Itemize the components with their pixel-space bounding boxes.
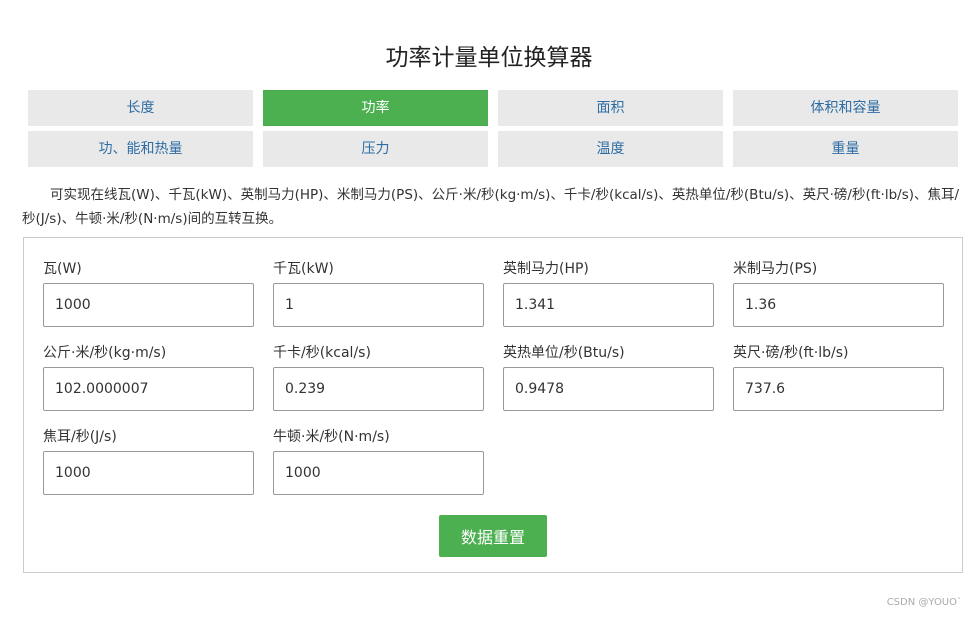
tab-length[interactable]: 长度	[28, 90, 253, 126]
imperial-hp-input[interactable]	[503, 283, 714, 327]
field-label: 千瓦(kW)	[273, 261, 334, 277]
field-watt: 瓦(W)	[43, 258, 254, 342]
ftlb-per-s-input[interactable]	[733, 367, 944, 411]
tab-weight[interactable]: 重量	[733, 131, 958, 167]
field-label: 焦耳/秒(J/s)	[43, 429, 117, 445]
field-kcal-per-s: 千卡/秒(kcal/s)	[273, 342, 484, 426]
description-text: 可实现在线瓦(W)、千瓦(kW)、英制马力(HP)、米制马力(PS)、公斤·米/…	[22, 187, 960, 227]
page-title: 功率计量单位换算器	[385, 45, 593, 71]
field-joule-per-s: 焦耳/秒(J/s)	[43, 426, 254, 510]
watt-input[interactable]	[43, 283, 254, 327]
kgm-per-s-input[interactable]	[43, 367, 254, 411]
reset-button[interactable]: 数据重置	[439, 515, 547, 557]
field-label: 公斤·米/秒(kg·m/s)	[43, 345, 167, 361]
field-imperial-hp: 英制马力(HP)	[503, 258, 714, 342]
field-label: 瓦(W)	[43, 261, 82, 277]
field-nm-per-s: 牛顿·米/秒(N·m/s)	[273, 426, 484, 510]
metric-ps-input[interactable]	[733, 283, 944, 327]
field-label: 英制马力(HP)	[503, 261, 589, 277]
tab-energy[interactable]: 功、能和热量	[28, 131, 253, 167]
field-label: 米制马力(PS)	[733, 261, 818, 277]
kilowatt-input[interactable]	[273, 283, 484, 327]
field-btu-per-s: 英热单位/秒(Btu/s)	[503, 342, 714, 426]
tab-volume[interactable]: 体积和容量	[733, 90, 958, 126]
tab-area[interactable]: 面积	[498, 90, 723, 126]
field-label: 英尺·磅/秒(ft·lb/s)	[733, 345, 849, 361]
field-label: 牛顿·米/秒(N·m/s)	[273, 429, 390, 445]
category-tabs: 长度 功率 面积 体积和容量 功、能和热量 压力 温度 重量	[28, 90, 958, 167]
field-kgm-per-s: 公斤·米/秒(kg·m/s)	[43, 342, 254, 426]
converter-panel: 瓦(W) 千瓦(kW) 英制马力(HP) 米制马力(PS) 公斤·米/秒(kg·…	[23, 237, 963, 573]
field-label: 千卡/秒(kcal/s)	[273, 345, 371, 361]
field-label: 英热单位/秒(Btu/s)	[503, 345, 625, 361]
kcal-per-s-input[interactable]	[273, 367, 484, 411]
tab-pressure[interactable]: 压力	[263, 131, 488, 167]
nm-per-s-input[interactable]	[273, 451, 484, 495]
field-metric-ps: 米制马力(PS)	[733, 258, 944, 342]
tab-temperature[interactable]: 温度	[498, 131, 723, 167]
joule-per-s-input[interactable]	[43, 451, 254, 495]
power-converter-page: 功率计量单位换算器 长度 功率 面积 体积和容量 功、能和热量 压力 温度 重量…	[0, 0, 978, 617]
field-kilowatt: 千瓦(kW)	[273, 258, 484, 342]
watermark-text: CSDN @YOUO`	[886, 597, 962, 608]
tab-power[interactable]: 功率	[263, 90, 488, 126]
converter-fields: 瓦(W) 千瓦(kW) 英制马力(HP) 米制马力(PS) 公斤·米/秒(kg·…	[43, 258, 944, 510]
field-ftlb-per-s: 英尺·磅/秒(ft·lb/s)	[733, 342, 944, 426]
btu-per-s-input[interactable]	[503, 367, 714, 411]
